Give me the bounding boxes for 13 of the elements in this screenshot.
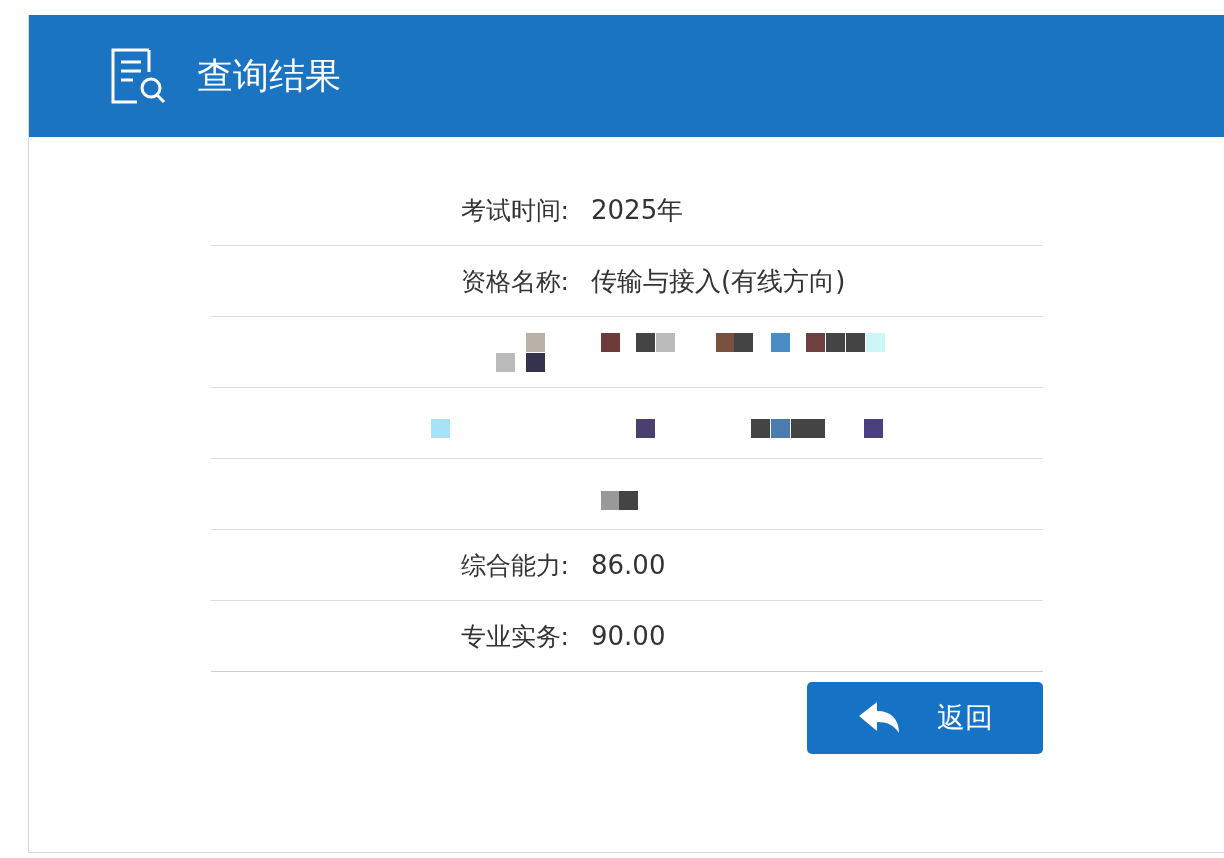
field-value: 2025年 [590, 193, 685, 227]
field-label: 综合能力: [460, 549, 570, 582]
document-search-icon [109, 46, 167, 106]
field-value: 86.00 [590, 550, 667, 580]
page-title: 查询结果 [197, 53, 341, 98]
redaction-mosaic [601, 490, 638, 510]
field-value: 传输与接入(有线方向) [590, 264, 847, 298]
field-label: 资格名称: [460, 265, 570, 298]
field-label: 专业实务: [460, 620, 570, 653]
back-arrow-icon [857, 701, 901, 735]
field-value: 90.00 [590, 621, 667, 651]
back-button[interactable]: 返回 [807, 682, 1043, 754]
field-label: 考试时间: [460, 194, 570, 227]
